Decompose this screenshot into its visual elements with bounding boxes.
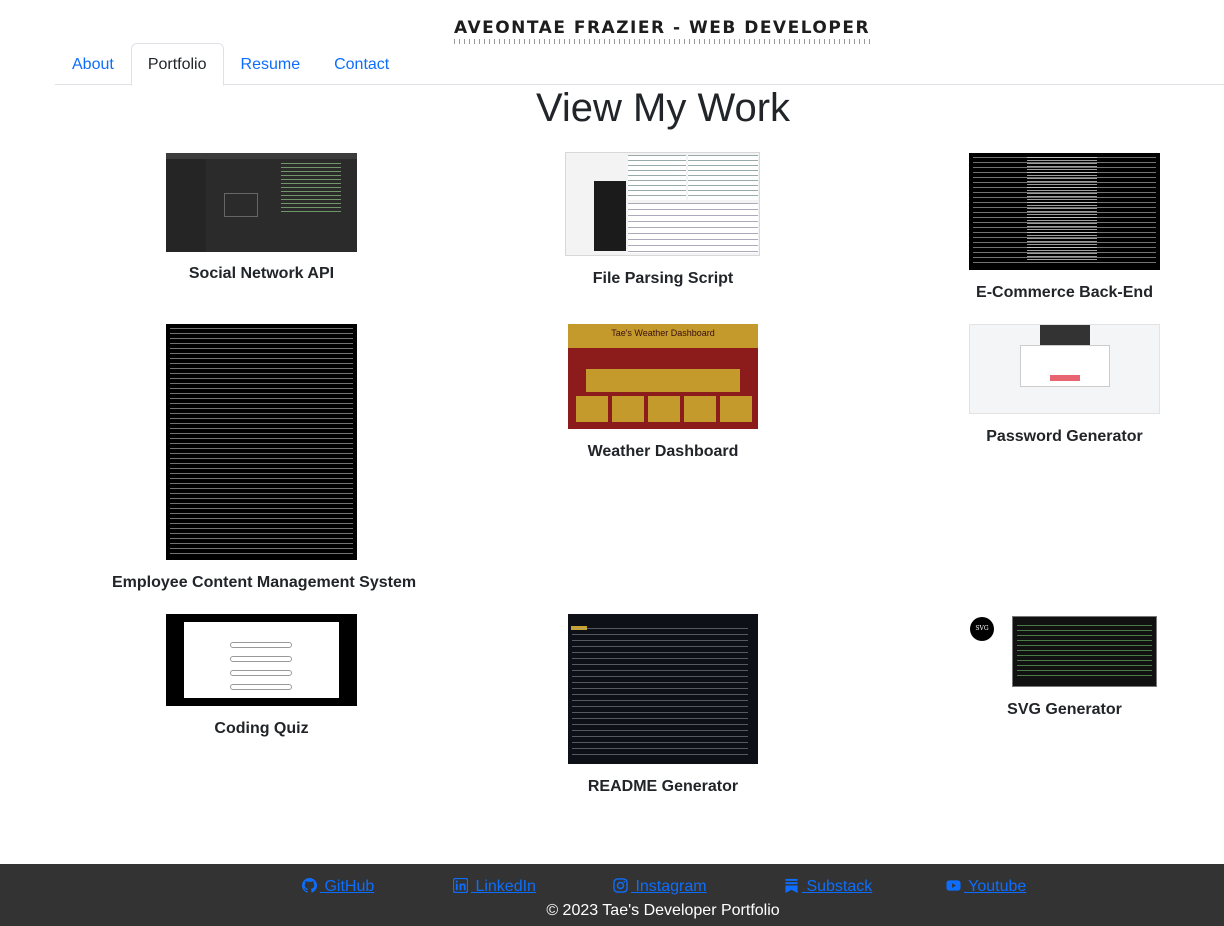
nav-tabs: About Portfolio Resume Contact	[55, 43, 1224, 86]
page-heading: View My Work	[535, 86, 791, 130]
project-thumbnail[interactable]	[166, 324, 357, 560]
project-thumbnail[interactable]: SVG	[969, 614, 1160, 688]
instagram-icon	[613, 878, 628, 893]
project-card-coding-quiz[interactable]: Coding Quiz	[112, 614, 411, 740]
substack-link[interactable]: Substack	[784, 878, 872, 896]
project-title: Weather Dashboard	[587, 443, 739, 460]
project-card-readme-generator[interactable]: README Generator	[513, 614, 813, 798]
project-title: Coding Quiz	[214, 720, 309, 737]
tab-about[interactable]: About	[55, 43, 131, 85]
project-thumbnail[interactable]	[565, 152, 760, 256]
substack-icon	[785, 878, 798, 893]
project-title: Password Generator	[986, 428, 1143, 445]
project-thumbnail[interactable]	[969, 153, 1160, 270]
site-title: AVEONTAE FRAZIER - WEB DEVELOPER	[453, 18, 871, 44]
project-card-e-commerce-back-end[interactable]: E-Commerce Back-End	[915, 153, 1214, 305]
linkedin-icon	[453, 878, 468, 893]
weather-thumb-title: Tae's Weather Dashboard	[611, 328, 715, 338]
project-thumbnail[interactable]	[969, 324, 1160, 414]
github-icon	[302, 878, 317, 893]
project-thumbnail[interactable]: Tae's Weather Dashboard	[568, 324, 758, 429]
tab-portfolio[interactable]: Portfolio	[130, 43, 224, 86]
project-thumbnail[interactable]	[166, 614, 357, 706]
tab-resume[interactable]: Resume	[224, 43, 318, 85]
project-title: SVG Generator	[1007, 701, 1122, 718]
project-title: README Generator	[587, 778, 739, 795]
project-title: File Parsing Script	[592, 270, 734, 287]
project-card-svg-generator[interactable]: SVG SVG Generator	[915, 614, 1214, 722]
linkedin-link[interactable]: LinkedIn	[453, 878, 536, 896]
project-title: E-Commerce Back-End	[976, 284, 1153, 301]
tab-contact[interactable]: Contact	[317, 43, 406, 85]
project-thumbnail[interactable]	[568, 614, 758, 764]
project-card-file-parsing-script[interactable]: File Parsing Script	[513, 152, 813, 292]
project-card-weather-dashboard[interactable]: Tae's Weather Dashboard Weather Dashboar…	[513, 324, 813, 464]
github-link[interactable]: GitHub	[302, 878, 374, 896]
youtube-link[interactable]: Youtube	[946, 878, 1026, 896]
footer: GitHub LinkedIn Instagram Substack Youtu…	[0, 864, 1224, 926]
project-title: Social Network API	[188, 265, 335, 282]
copyright-text: © 2023 Tae's Developer Portfolio	[546, 902, 780, 919]
project-title: Employee Content Management System	[112, 574, 417, 591]
project-card-social-network-api[interactable]: Social Network API	[112, 153, 411, 288]
project-thumbnail[interactable]	[166, 153, 357, 252]
svg-logo-icon: SVG	[970, 617, 994, 641]
project-card-employee-cms[interactable]: Employee Content Management System	[112, 324, 417, 594]
youtube-icon	[946, 880, 961, 891]
project-card-password-generator[interactable]: Password Generator	[915, 324, 1214, 449]
instagram-link[interactable]: Instagram	[613, 878, 707, 896]
